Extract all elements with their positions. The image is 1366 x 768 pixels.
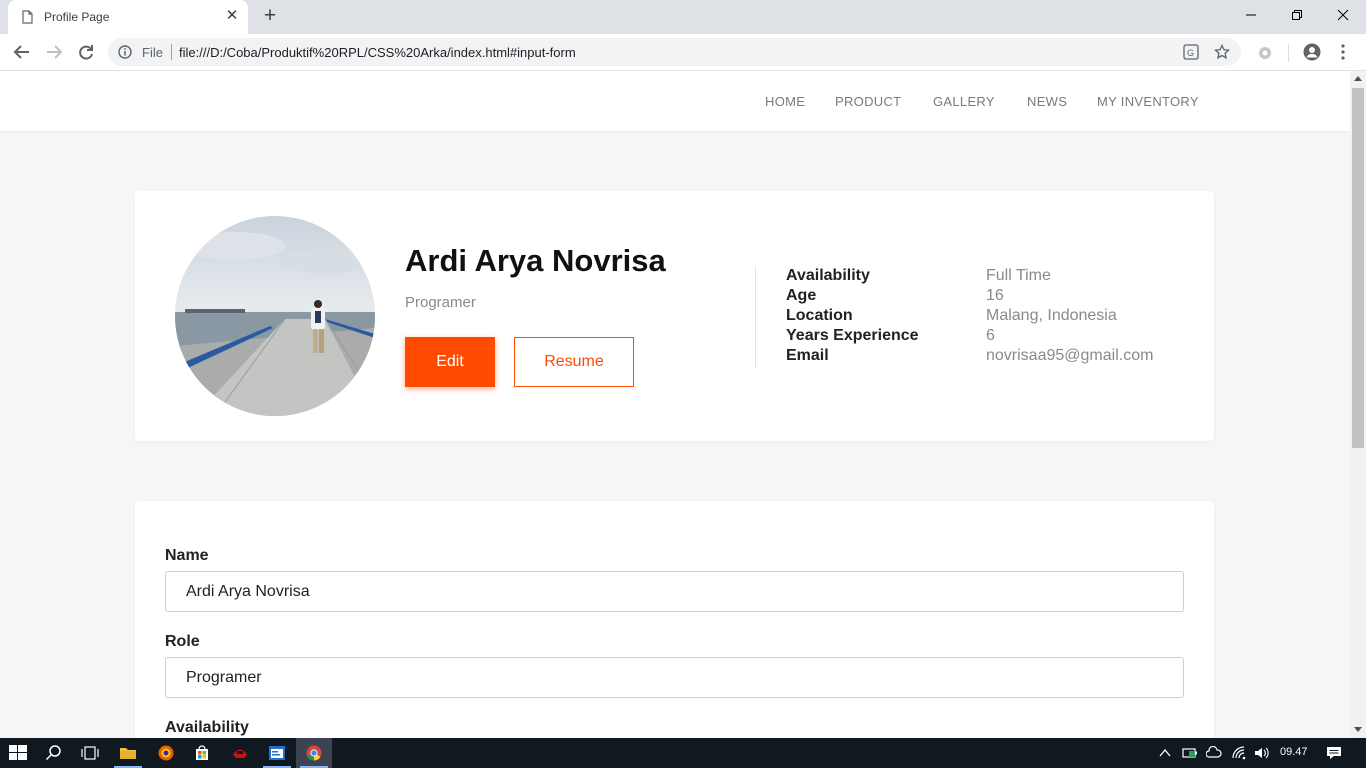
nav-gallery[interactable]: GALLERY bbox=[933, 94, 995, 109]
bookmark-star-icon[interactable] bbox=[1214, 44, 1230, 60]
window-app-icon[interactable] bbox=[259, 738, 295, 768]
detail-row-availability: Availability Full Time bbox=[786, 267, 1186, 287]
store-icon[interactable] bbox=[184, 738, 220, 768]
input-form-card: Name Role Availability bbox=[135, 501, 1214, 738]
action-center-icon[interactable] bbox=[1326, 746, 1342, 760]
tab-close-icon[interactable]: ✕ bbox=[224, 8, 240, 24]
cloud-sync-icon[interactable] bbox=[1206, 746, 1222, 760]
site-navbar: HOME PRODUCT GALLERY NEWS MY INVENTORY bbox=[0, 71, 1350, 131]
nav-my-inventory[interactable]: MY INVENTORY bbox=[1097, 94, 1199, 109]
tab-title: Profile Page bbox=[44, 10, 110, 24]
omnibox-separator bbox=[171, 44, 172, 60]
toolbar-divider bbox=[1288, 44, 1289, 62]
reload-icon[interactable] bbox=[74, 41, 98, 63]
availability-label: Availability bbox=[165, 719, 249, 736]
detail-label: Age bbox=[786, 287, 817, 304]
detail-row-experience: Years Experience 6 bbox=[786, 327, 1186, 347]
detail-value: Full Time bbox=[986, 267, 1051, 284]
detail-label: Availability bbox=[786, 267, 870, 284]
translate-icon[interactable]: G bbox=[1183, 44, 1199, 60]
browser-tab[interactable]: Profile Page ✕ bbox=[8, 0, 248, 34]
close-window-icon[interactable] bbox=[1320, 0, 1366, 32]
profile-card: Ardi Arya Novrisa Programer Edit Resume … bbox=[135, 191, 1214, 441]
profile-role: Programer bbox=[405, 294, 476, 311]
restore-icon[interactable] bbox=[1274, 0, 1320, 32]
search-icon[interactable] bbox=[36, 738, 72, 768]
name-label: Name bbox=[165, 547, 209, 564]
detail-value: 6 bbox=[986, 327, 995, 344]
wifi-icon[interactable] bbox=[1232, 746, 1248, 760]
omnibox-scheme: File bbox=[142, 45, 163, 60]
detail-label: Years Experience bbox=[786, 327, 919, 344]
game-app-icon[interactable] bbox=[222, 738, 258, 768]
detail-row-location: Location Malang, Indonesia bbox=[786, 307, 1186, 327]
tray-chevron-up-icon[interactable] bbox=[1159, 748, 1171, 758]
extension-icon[interactable] bbox=[1256, 44, 1274, 62]
clock[interactable]: 09.47 bbox=[1280, 746, 1308, 758]
forward-icon[interactable] bbox=[42, 41, 66, 63]
svg-text:G: G bbox=[1187, 48, 1194, 58]
detail-value: novrisaa95@gmail.com bbox=[986, 347, 1154, 364]
new-tab-icon[interactable]: + bbox=[258, 5, 282, 28]
minimize-icon[interactable] bbox=[1228, 0, 1274, 32]
detail-row-age: Age 16 bbox=[786, 287, 1186, 307]
edit-button[interactable]: Edit bbox=[405, 337, 495, 387]
detail-label: Location bbox=[786, 307, 853, 324]
file-explorer-icon[interactable] bbox=[110, 738, 146, 768]
scroll-thumb[interactable] bbox=[1352, 88, 1364, 448]
url-text[interactable]: file:///D:/Coba/Produktif%20RPL/CSS%20Ar… bbox=[179, 45, 576, 60]
menu-kebab-icon[interactable] bbox=[1340, 43, 1346, 61]
profile-icon[interactable] bbox=[1303, 43, 1321, 61]
nav-news[interactable]: NEWS bbox=[1027, 94, 1067, 109]
role-label: Role bbox=[165, 633, 200, 650]
omnibox[interactable]: File file:///D:/Coba/Produktif%20RPL/CSS… bbox=[108, 38, 1241, 66]
page-icon bbox=[22, 10, 33, 24]
detail-label: Email bbox=[786, 347, 829, 364]
volume-icon[interactable] bbox=[1254, 746, 1270, 760]
scrollbar[interactable] bbox=[1350, 71, 1366, 738]
battery-icon[interactable] bbox=[1182, 746, 1198, 760]
avatar bbox=[175, 216, 375, 416]
scroll-down-icon[interactable] bbox=[1354, 727, 1362, 732]
back-icon[interactable] bbox=[10, 41, 34, 63]
firefox-icon[interactable] bbox=[148, 738, 184, 768]
detail-value: 16 bbox=[986, 287, 1004, 304]
windows-taskbar: 09.47 bbox=[0, 738, 1366, 768]
page-viewport: HOME PRODUCT GALLERY NEWS MY INVENTORY A… bbox=[0, 71, 1350, 738]
nav-home[interactable]: HOME bbox=[765, 94, 805, 109]
resume-button[interactable]: Resume bbox=[514, 337, 634, 387]
nav-product[interactable]: PRODUCT bbox=[835, 94, 901, 109]
name-field[interactable] bbox=[165, 571, 1184, 612]
start-icon[interactable] bbox=[0, 738, 36, 768]
detail-value: Malang, Indonesia bbox=[986, 307, 1117, 324]
detail-row-email: Email novrisaa95@gmail.com bbox=[786, 347, 1186, 367]
chrome-icon[interactable] bbox=[296, 738, 332, 768]
info-icon[interactable] bbox=[118, 45, 132, 59]
role-field[interactable] bbox=[165, 657, 1184, 698]
vertical-divider bbox=[755, 266, 756, 368]
task-view-icon[interactable] bbox=[72, 738, 108, 768]
profile-name: Ardi Arya Novrisa bbox=[405, 243, 666, 278]
browser-toolbar: File file:///D:/Coba/Produktif%20RPL/CSS… bbox=[0, 34, 1366, 71]
scroll-up-icon[interactable] bbox=[1354, 76, 1362, 81]
browser-tab-strip: Profile Page ✕ + bbox=[0, 0, 1366, 34]
